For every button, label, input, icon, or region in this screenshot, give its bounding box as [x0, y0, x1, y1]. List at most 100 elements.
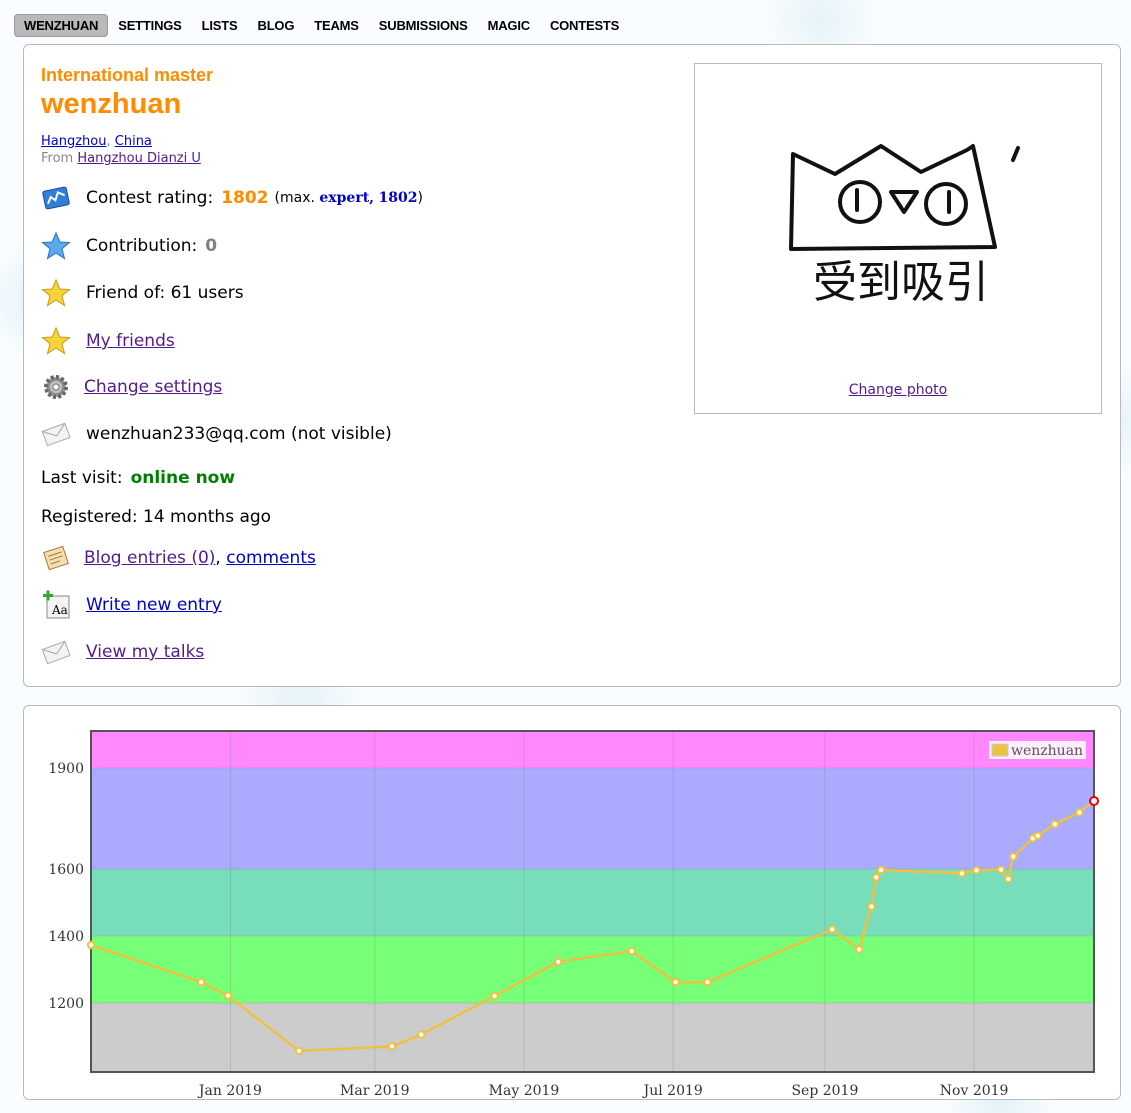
- comments-link[interactable]: comments: [226, 548, 316, 568]
- rating-point: [703, 978, 712, 987]
- rank-title: International master: [41, 65, 214, 85]
- contest-rating-row: Contest rating: 1802 (max. expert, 1802): [40, 182, 423, 214]
- rating-point: [854, 945, 864, 954]
- view-my-talks-link[interactable]: View my talks: [86, 642, 204, 662]
- rating-point: [972, 866, 981, 875]
- rating-chart[interactable]: Jan 2019 Mar 2019 May 2019 Jul 2019 Sep 2019…: [24, 706, 1120, 1099]
- max-rank: expert,: [319, 190, 375, 206]
- rating-point: [671, 978, 680, 987]
- rating-point: [828, 925, 837, 934]
- rating-point: [1075, 808, 1084, 817]
- x-tick-label: Jan 2019: [197, 1083, 262, 1099]
- rating-graph-icon: [40, 182, 72, 214]
- rating-point: [996, 865, 1006, 874]
- rating-point: [490, 991, 499, 1001]
- rating-point: [294, 1046, 304, 1056]
- organization-link[interactable]: Hangzhou Dianzi U: [77, 151, 201, 166]
- y-tick-label: 1600: [48, 862, 84, 878]
- envelope-icon: [40, 636, 72, 668]
- rating-band-1: [91, 936, 1094, 1003]
- comma: ,: [215, 548, 227, 568]
- max-open: (max.: [274, 190, 315, 206]
- avatar-frame: 受到吸引 Change photo: [694, 63, 1102, 414]
- avatar: 受到吸引: [789, 144, 1020, 308]
- rating-point: [876, 865, 886, 875]
- email-row: wenzhuan233@qq.com (not visible): [40, 418, 392, 450]
- country-link[interactable]: China: [115, 134, 152, 149]
- star-blue-icon: [40, 230, 72, 262]
- contribution-label: Contribution:: [86, 236, 198, 256]
- envelope-icon: [40, 418, 72, 450]
- last-visit-value: online now: [130, 468, 236, 488]
- view-talks-row: View my talks: [40, 636, 204, 668]
- y-tick-label: 1400: [48, 929, 84, 945]
- rating-point: [86, 940, 96, 950]
- rating-point: [1009, 852, 1018, 861]
- max-rating-value: 1802: [378, 190, 418, 206]
- blog-row: Blog entries (0), comments: [40, 542, 316, 574]
- rating-band-0: [91, 1003, 1094, 1072]
- blog-entries-link[interactable]: Blog entries (0): [84, 548, 215, 568]
- profile-info-box: International master wenzhuan Hangzhou, …: [23, 44, 1121, 687]
- my-friends-link[interactable]: My friends: [86, 331, 175, 351]
- friend-of-text: Friend of: 61 users: [86, 283, 244, 303]
- city-link[interactable]: Hangzhou: [41, 134, 107, 149]
- change-settings-row: Change settings: [40, 371, 222, 403]
- rating-value: 1802: [221, 188, 269, 208]
- menu-item-submissions[interactable]: SUBMISSIONS: [369, 14, 478, 37]
- registered-text: Registered: 14 months ago: [41, 507, 272, 527]
- rating-point: [1004, 874, 1013, 884]
- change-photo: Change photo: [695, 382, 1101, 398]
- avatar-caption: 受到吸引: [813, 257, 989, 308]
- menu-item-teams[interactable]: TEAMS: [304, 14, 369, 37]
- rating-point: [627, 946, 636, 956]
- menu-item-profile[interactable]: WENZHUAN: [14, 13, 109, 37]
- blog-icon: [40, 542, 72, 574]
- x-tick-label: Jul 2019: [642, 1083, 703, 1099]
- menu-item-settings[interactable]: SETTINGS: [108, 14, 191, 37]
- my-friends-row: My friends: [40, 325, 175, 357]
- menu-item-magic[interactable]: MAGIC: [478, 14, 540, 37]
- rating-point: [1050, 820, 1060, 829]
- max-rating: (max. expert, 1802): [275, 190, 423, 206]
- svg-text:Aa: Aa: [51, 603, 68, 617]
- last-visit-label: Last visit:: [41, 468, 123, 488]
- organization: From Hangzhou Dianzi U: [41, 151, 201, 166]
- x-tick-label: May 2019: [489, 1083, 560, 1099]
- write-entry-row: Aa Write new entry: [40, 589, 222, 621]
- rating-band-4: [91, 731, 1094, 768]
- x-tick-label: Mar 2019: [340, 1083, 409, 1099]
- contribution-row: Contribution: 0: [40, 230, 217, 262]
- rating-point: [387, 1042, 397, 1051]
- email-text: wenzhuan233@qq.com (not visible): [86, 424, 392, 444]
- change-photo-link[interactable]: Change photo: [849, 382, 947, 398]
- write-new-entry-link[interactable]: Write new entry: [86, 595, 222, 615]
- location: Hangzhou, China: [41, 134, 152, 149]
- x-tick-label: Sep 2019: [791, 1083, 858, 1099]
- rating-point: [196, 978, 206, 987]
- x-tick-label: Nov 2019: [940, 1083, 1009, 1099]
- rating-point: [417, 1030, 426, 1039]
- menu-item-contests[interactable]: CONTESTS: [540, 14, 629, 37]
- new-entry-icon: Aa: [40, 589, 72, 621]
- star-gold-icon: [40, 277, 72, 309]
- star-gold-icon: [40, 325, 72, 357]
- top-menu: WENZHUAN SETTINGS LISTS BLOG TEAMS SUBMI…: [14, 12, 629, 38]
- rating-point: [1089, 795, 1099, 806]
- legend-swatch: [991, 743, 1009, 757]
- last-visit-row: Last visit: online now: [41, 468, 235, 488]
- max-close: ): [417, 190, 423, 206]
- contribution-value: 0: [205, 236, 218, 256]
- user-handle: wenzhuan: [41, 88, 182, 120]
- menu-item-blog[interactable]: BLOG: [248, 14, 305, 37]
- friend-of-row: Friend of: 61 users: [40, 277, 244, 309]
- y-tick-label: 1200: [48, 996, 84, 1012]
- rating-point: [957, 869, 967, 878]
- rating-band-2: [91, 869, 1094, 936]
- from-label: From: [41, 151, 74, 166]
- rating-point: [223, 991, 233, 1000]
- change-settings-link[interactable]: Change settings: [84, 377, 222, 397]
- y-tick-label: 1900: [48, 761, 84, 777]
- gear-icon: [40, 371, 72, 403]
- menu-item-lists[interactable]: LISTS: [192, 14, 248, 37]
